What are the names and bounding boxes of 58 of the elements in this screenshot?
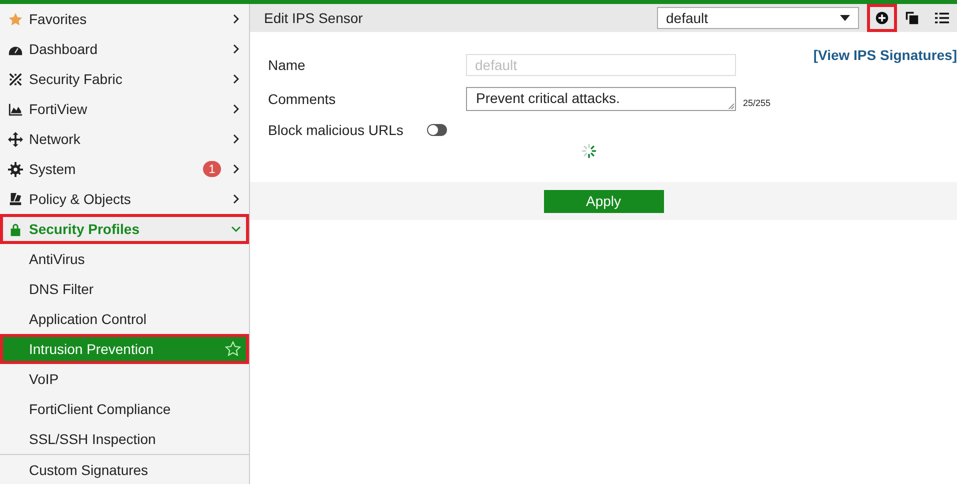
sidebar-item[interactable]: Security Profiles [0,214,249,244]
nav-label: Favorites [29,11,88,27]
chevron-right-icon [231,14,241,24]
resize-grip-icon [727,102,734,109]
loading-spinner-icon [580,142,598,160]
sidebar-item[interactable]: Policy & Objects [0,184,249,214]
comments-field[interactable]: Prevent critical attacks. [466,87,736,111]
clone-icon [905,11,919,25]
nav-label: FortiView [29,101,88,117]
sidebar-subitem[interactable]: VoIP [0,364,249,394]
character-counter: 25/255 [743,98,771,108]
sidebar-subitem[interactable]: Application Control [0,304,249,334]
fabric-icon [8,72,23,86]
sidebar-item[interactable]: Security Fabric [0,64,249,94]
chevron-right-icon [231,74,241,84]
chevron-right-icon [231,164,241,174]
star-icon [8,12,23,26]
sidebar-subitem[interactable]: FortiClient Compliance [0,394,249,424]
nav-label: Dashboard [29,41,98,57]
sidebar-subitem[interactable]: AntiVirus [0,244,249,274]
toggle-switch[interactable] [427,124,448,136]
field-label: Block malicious URLs [268,122,404,138]
notification-badge: 1 [203,161,221,177]
nav-label: Security Fabric [29,71,124,87]
sidebar-subitem[interactable]: SSL/SSH Inspection [0,424,249,454]
view-signatures-link[interactable]: [View IPS Signatures] [813,47,957,63]
sidebar-subitem[interactable]: DNS Filter [0,274,249,304]
field-label: Name [268,57,306,73]
sidebar-subitem[interactable]: Custom Signatures [0,454,249,484]
gear-icon [8,162,23,176]
chevron-down-icon [231,224,241,234]
lock-icon [8,222,23,236]
profile-select[interactable]: default [657,7,859,29]
arrows-icon [8,132,23,146]
chevron-right-icon [231,44,241,54]
document-icon [8,192,23,206]
chevron-right-icon [231,134,241,144]
sidebar-item[interactable]: System 1 [0,154,249,184]
apply-button[interactable]: Apply [544,190,664,212]
field-label: Comments [268,91,337,107]
nav-label: Policy & Objects [29,191,132,207]
caret-icon [840,15,850,21]
nav-label: Security Profiles [29,221,140,237]
add-button[interactable] [867,4,897,32]
sidebar-item[interactable]: Dashboard [0,34,249,64]
chevron-right-icon [231,194,241,204]
chevron-right-icon [231,104,241,114]
add-icon [875,11,889,25]
list-icon [935,11,949,25]
star-outline-icon[interactable] [225,341,241,357]
sidebar-item[interactable]: FortiView [0,94,249,124]
sidebar-item[interactable]: Network [0,124,249,154]
page-title: Edit IPS Sensor [264,10,364,26]
sidebar-subitem[interactable]: Intrusion Prevention [0,334,249,364]
nav-label: Network [29,131,82,147]
chart-icon [8,102,23,116]
sidebar-item[interactable]: Favorites [0,4,249,34]
nav-label: System [29,161,77,177]
